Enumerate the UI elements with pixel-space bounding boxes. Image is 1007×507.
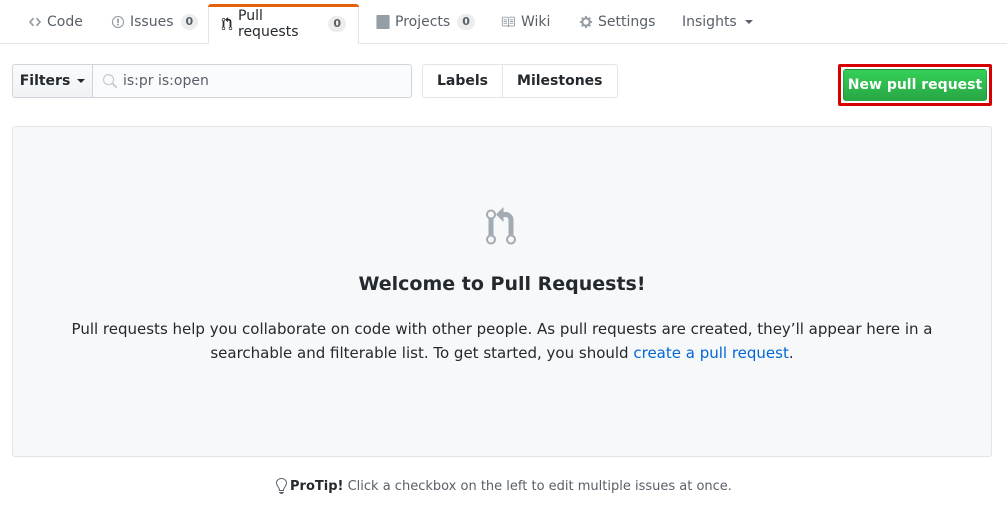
book-icon (500, 15, 516, 29)
git-pull-request-icon (221, 17, 233, 31)
search-icon (102, 74, 117, 89)
protip-text: Click a checkbox on the left to edit mul… (343, 478, 732, 494)
tab-insights[interactable]: Insights (670, 0, 765, 44)
tab-pull-requests[interactable]: Pull requests 0 (208, 4, 359, 44)
gear-icon (579, 15, 593, 29)
triangle-down-icon (744, 20, 753, 24)
issues-counter: 0 (180, 14, 199, 30)
tab-label: Pull requests (238, 8, 299, 40)
create-pull-request-link[interactable]: create a pull request (633, 344, 789, 362)
repo-tabnav: Code Issues 0 Pull requests 0 Projects 0… (0, 0, 1007, 44)
git-pull-request-icon (485, 207, 517, 247)
blankslate-text-end: . (788, 344, 794, 362)
light-bulb-icon (275, 478, 288, 494)
blankslate-title: Welcome to Pull Requests! (358, 273, 646, 295)
new-pull-request-highlight: New pull request (838, 64, 992, 106)
projects-counter: 0 (457, 14, 475, 30)
triangle-down-icon (77, 79, 86, 83)
tab-wiki[interactable]: Wiki (488, 0, 562, 44)
protip-label: ProTip! (290, 478, 344, 494)
issue-opened-icon (111, 15, 125, 29)
tab-issues[interactable]: Issues 0 (99, 0, 210, 44)
labels-milestones-group: Labels Milestones (422, 64, 618, 98)
tab-label: Code (47, 14, 83, 30)
tab-settings[interactable]: Settings (567, 0, 667, 44)
protip: ProTip! Click a checkbox on the left to … (0, 478, 1007, 494)
filters-label: Filters (19, 73, 71, 89)
tab-label: Settings (598, 14, 656, 30)
tab-projects[interactable]: Projects 0 (364, 0, 487, 44)
search-input[interactable] (123, 65, 407, 97)
search-field (92, 64, 412, 98)
filters-button[interactable]: Filters (12, 64, 93, 98)
project-icon (376, 15, 390, 29)
tab-label: Insights (682, 14, 737, 30)
blankslate: Welcome to Pull Requests! Pull requests … (12, 126, 992, 457)
milestones-button[interactable]: Milestones (502, 65, 616, 97)
labels-button[interactable]: Labels (423, 65, 502, 97)
blankslate-text: Pull requests help you collaborate on co… (71, 320, 933, 362)
code-icon (28, 15, 42, 29)
blankslate-description: Pull requests help you collaborate on co… (53, 317, 951, 365)
tab-code[interactable]: Code (16, 0, 95, 44)
tab-label: Projects (395, 14, 451, 30)
tab-label: Issues (130, 14, 174, 30)
tab-label: Wiki (521, 14, 551, 30)
new-pull-request-button[interactable]: New pull request (843, 69, 987, 101)
pull-requests-counter: 0 (328, 16, 346, 32)
